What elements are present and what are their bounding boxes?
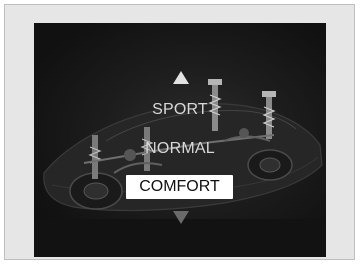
mode-normal[interactable]: NORMAL — [34, 138, 326, 160]
illustration-frame: SPORT NORMAL COMFORT — [4, 4, 355, 260]
mode-sport[interactable]: SPORT — [34, 99, 326, 121]
mode-comfort-selected[interactable]: COMFORT — [126, 175, 233, 199]
arrow-down-icon[interactable] — [173, 211, 189, 224]
drive-mode-display: SPORT NORMAL COMFORT — [34, 23, 326, 257]
arrow-up-icon[interactable] — [173, 71, 189, 84]
